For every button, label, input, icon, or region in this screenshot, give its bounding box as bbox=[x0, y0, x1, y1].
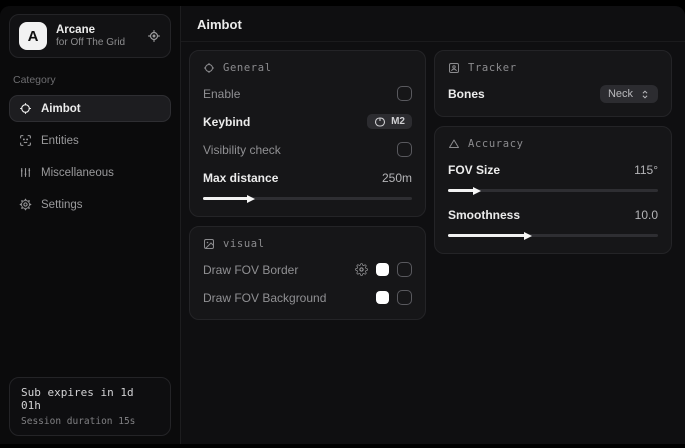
bones-label: Bones bbox=[448, 87, 485, 101]
sidebar-item-label: Aimbot bbox=[41, 103, 81, 115]
sidebar-item-settings[interactable]: Settings bbox=[9, 191, 171, 218]
draw-fov-background-label: Draw FOV Background bbox=[203, 291, 326, 305]
person-frame-icon bbox=[448, 62, 460, 74]
row-draw-fov-border: Draw FOV Border bbox=[203, 261, 412, 278]
smoothness-slider[interactable] bbox=[448, 231, 658, 240]
crosshair-icon bbox=[203, 62, 215, 74]
row-keybind: Keybind M2 bbox=[203, 113, 412, 130]
session-duration: Session duration 15s bbox=[21, 416, 159, 427]
image-icon bbox=[203, 238, 215, 250]
sidebar-item-label: Miscellaneous bbox=[41, 167, 114, 179]
panel-tracker: Tracker Bones Neck bbox=[434, 50, 672, 117]
sidebar-nav: Aimbot Entities bbox=[9, 95, 171, 218]
content: General Enable Keybind bbox=[181, 42, 685, 328]
crosshair-icon bbox=[19, 102, 32, 115]
draw-fov-background-checkbox[interactable] bbox=[397, 290, 412, 305]
brand-name: Arcane bbox=[56, 23, 138, 37]
smoothness-value: 10.0 bbox=[635, 208, 658, 222]
main-header: Aimbot bbox=[181, 6, 685, 42]
subscription-card: Sub expires in 1d 01h Session duration 1… bbox=[9, 377, 171, 436]
row-smoothness: Smoothness 10.0 bbox=[448, 206, 658, 223]
row-bones: Bones Neck bbox=[448, 85, 658, 103]
panel-title-accuracy: Accuracy bbox=[468, 138, 524, 150]
panel-accuracy: Accuracy FOV Size 115° Smoothness bbox=[434, 126, 672, 254]
gear-icon bbox=[19, 198, 32, 211]
visibility-check-label: Visibility check bbox=[203, 143, 281, 157]
app-surface: A Arcane for Off The Grid Category bbox=[0, 6, 685, 444]
sidebar: A Arcane for Off The Grid Category bbox=[0, 6, 181, 444]
app-window: A Arcane for Off The Grid Category bbox=[0, 0, 685, 448]
misc-grid-icon bbox=[19, 166, 32, 179]
brand-card: A Arcane for Off The Grid bbox=[9, 14, 171, 58]
row-draw-fov-background: Draw FOV Background bbox=[203, 289, 412, 306]
max-distance-slider[interactable] bbox=[203, 194, 412, 203]
max-distance-label: Max distance bbox=[203, 171, 278, 185]
fov-size-slider[interactable] bbox=[448, 186, 658, 195]
smoothness-label: Smoothness bbox=[448, 208, 520, 222]
draw-fov-border-checkbox[interactable] bbox=[397, 262, 412, 277]
sidebar-item-label: Entities bbox=[41, 135, 79, 147]
bones-selected-value: Neck bbox=[608, 88, 633, 100]
row-enable: Enable bbox=[203, 85, 412, 102]
mouse-icon bbox=[374, 117, 386, 127]
panel-title-tracker: Tracker bbox=[468, 62, 517, 74]
visibility-check-checkbox[interactable] bbox=[397, 142, 412, 157]
scan-face-icon bbox=[19, 134, 32, 147]
slider-thumb[interactable] bbox=[247, 195, 255, 203]
gear-icon[interactable] bbox=[355, 263, 368, 276]
fov-background-color-swatch[interactable] bbox=[376, 291, 389, 304]
row-visibility-check: Visibility check bbox=[203, 141, 412, 158]
bones-select[interactable]: Neck bbox=[600, 85, 658, 103]
sidebar-item-entities[interactable]: Entities bbox=[9, 127, 171, 154]
main-area: Aimbot General bbox=[181, 6, 685, 444]
fov-border-color-swatch[interactable] bbox=[376, 263, 389, 276]
subscription-expiry: Sub expires in 1d 01h bbox=[21, 386, 159, 412]
panel-visual: visual Draw FOV Border bbox=[189, 226, 426, 320]
panel-title-visual: visual bbox=[223, 238, 265, 250]
max-distance-value: 250m bbox=[382, 171, 412, 185]
panel-title-general: General bbox=[223, 62, 272, 74]
chevrons-up-down-icon bbox=[640, 89, 650, 100]
page-title: Aimbot bbox=[197, 17, 669, 32]
panel-general: General Enable Keybind bbox=[189, 50, 426, 217]
row-fov-size: FOV Size 115° bbox=[448, 161, 658, 178]
brand-subtitle: for Off The Grid bbox=[56, 37, 138, 50]
gear-target-icon[interactable] bbox=[147, 29, 161, 43]
slider-thumb[interactable] bbox=[473, 187, 481, 195]
enable-checkbox[interactable] bbox=[397, 86, 412, 101]
sidebar-item-label: Settings bbox=[41, 199, 83, 211]
row-max-distance: Max distance 250m bbox=[203, 169, 412, 186]
triangle-icon bbox=[448, 138, 460, 150]
keybind-label: Keybind bbox=[203, 115, 250, 129]
keybind-badge[interactable]: M2 bbox=[367, 114, 412, 129]
draw-fov-border-label: Draw FOV Border bbox=[203, 263, 298, 277]
sidebar-item-aimbot[interactable]: Aimbot bbox=[9, 95, 171, 122]
sidebar-item-miscellaneous[interactable]: Miscellaneous bbox=[9, 159, 171, 186]
enable-label: Enable bbox=[203, 87, 240, 101]
keybind-value: M2 bbox=[391, 116, 405, 127]
fov-size-value: 115° bbox=[634, 163, 658, 177]
brand-logo: A bbox=[19, 22, 47, 50]
fov-size-label: FOV Size bbox=[448, 163, 500, 177]
category-label: Category bbox=[13, 74, 167, 86]
slider-thumb[interactable] bbox=[524, 232, 532, 240]
